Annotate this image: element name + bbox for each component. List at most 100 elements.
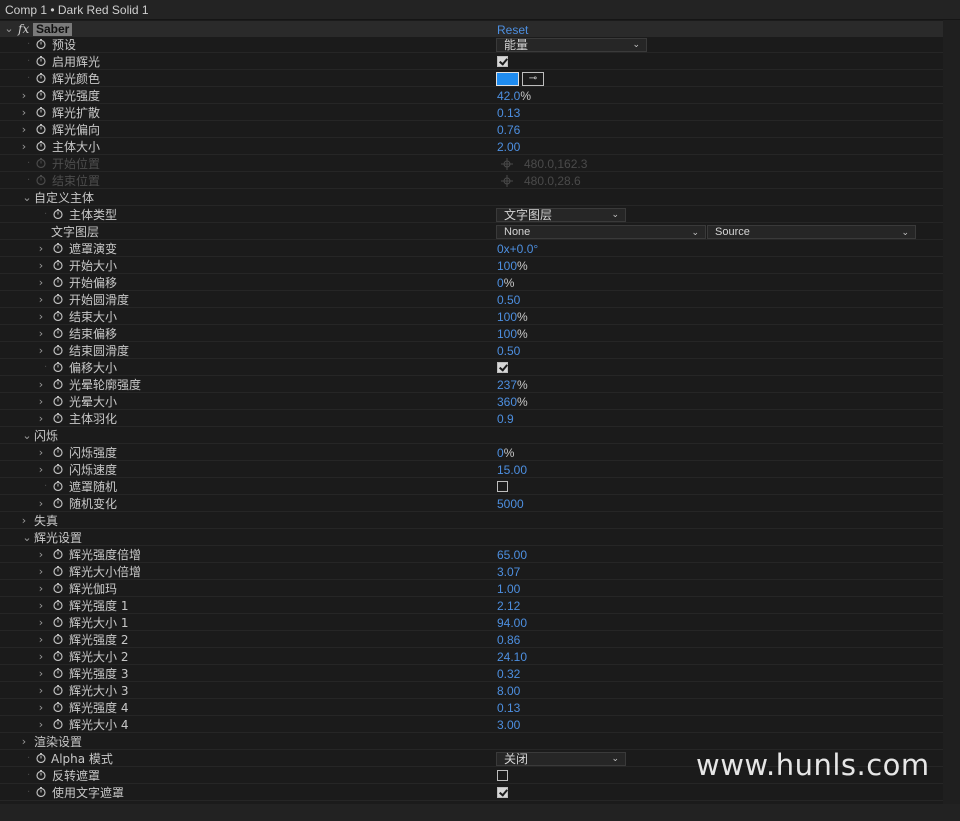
chevron-right-icon[interactable]: › [19,513,29,529]
chevron-right-icon[interactable]: › [36,717,46,733]
chevron-right-icon[interactable]: › [36,241,46,257]
enable-glow-checkbox[interactable] [497,56,508,67]
param-value[interactable]: 2.12 [497,598,520,614]
text-layer-dropdown[interactable]: None ⌄ [496,225,706,239]
stopwatch-icon[interactable] [53,685,63,695]
param-value[interactable]: 2.00 [497,139,520,155]
chevron-right-icon[interactable]: › [36,275,46,291]
chevron-right-icon[interactable]: › [36,683,46,699]
chevron-right-icon[interactable]: › [36,411,46,427]
value-number[interactable]: 42.0 [497,89,520,103]
chevron-right-icon[interactable]: › [36,394,46,410]
stopwatch-icon[interactable] [53,481,63,491]
stopwatch-icon[interactable] [53,498,63,508]
param-value[interactable]: 0.76 [497,122,520,138]
stopwatch-icon[interactable] [53,362,63,372]
value-number[interactable]: 100 [497,310,517,324]
stopwatch-icon[interactable] [53,668,63,678]
param-value[interactable]: 100% [497,258,528,274]
stopwatch-icon[interactable] [36,753,46,763]
stopwatch-icon[interactable] [53,583,63,593]
param-value[interactable]: 8.00 [497,683,520,699]
stopwatch-icon[interactable] [53,651,63,661]
stopwatch-icon[interactable] [53,634,63,644]
chevron-down-icon[interactable]: ⌄ [22,190,32,206]
stopwatch-icon[interactable] [53,243,63,253]
mask-random-checkbox[interactable] [497,481,508,492]
param-value[interactable]: 94.00 [497,615,527,631]
param-value[interactable]: 3.00 [497,717,520,733]
chevron-down-icon[interactable]: ⌄ [22,428,32,444]
value-number[interactable]: 0 [497,276,504,290]
fx-icon[interactable]: fx [18,21,29,37]
chevron-right-icon[interactable]: › [36,598,46,614]
stopwatch-icon[interactable] [36,141,46,151]
value-number[interactable]: 237 [497,378,517,392]
chevron-right-icon[interactable]: › [36,496,46,512]
stopwatch-icon[interactable] [53,464,63,474]
stopwatch-icon[interactable] [36,107,46,117]
param-value[interactable]: 0.50 [497,292,520,308]
chevron-right-icon[interactable]: › [36,343,46,359]
param-value[interactable]: 1.00 [497,581,520,597]
chevron-right-icon[interactable]: › [36,445,46,461]
stopwatch-icon[interactable] [36,39,46,49]
value-number[interactable]: 360 [497,395,517,409]
param-value[interactable]: 5000 [497,496,524,512]
chevron-right-icon[interactable]: › [36,632,46,648]
preset-dropdown[interactable]: 能量 ⌄ [496,38,647,52]
param-value[interactable]: 237% [497,377,528,393]
chevron-right-icon[interactable]: › [36,309,46,325]
value-number[interactable]: 100 [497,259,517,273]
stopwatch-icon[interactable] [36,73,46,83]
param-value[interactable]: 100% [497,309,528,325]
stopwatch-icon[interactable] [53,209,63,219]
stopwatch-icon[interactable] [53,277,63,287]
stopwatch-icon[interactable] [36,770,46,780]
use-text-mask-checkbox[interactable] [497,787,508,798]
horizontal-scrollbar[interactable] [0,804,960,821]
value-number[interactable]: 0 [497,446,504,460]
stopwatch-icon[interactable] [53,600,63,610]
effect-header-row[interactable]: ⌄ fx Saber Reset [0,21,943,38]
param-value[interactable]: 100% [497,326,528,342]
group-flicker[interactable]: ⌄ 闪烁 [0,428,943,444]
param-value[interactable]: 0.86 [497,632,520,648]
chevron-down-icon[interactable]: ⌄ [4,21,14,37]
stopwatch-icon[interactable] [53,311,63,321]
chevron-right-icon[interactable]: › [36,581,46,597]
stopwatch-icon[interactable] [53,617,63,627]
chevron-right-icon[interactable]: › [36,564,46,580]
param-value[interactable]: 24.10 [497,649,527,665]
chevron-right-icon[interactable]: › [19,88,29,104]
stopwatch-icon[interactable] [36,56,46,66]
stopwatch-icon[interactable] [53,260,63,270]
effect-name[interactable]: Saber [33,23,73,36]
chevron-right-icon[interactable]: › [36,615,46,631]
param-value[interactable]: 42.0% [497,88,531,104]
stopwatch-icon[interactable] [53,345,63,355]
source-dropdown[interactable]: Source ⌄ [707,225,916,239]
offset-size-checkbox[interactable] [497,362,508,373]
stopwatch-icon[interactable] [53,396,63,406]
chevron-right-icon[interactable]: › [19,122,29,138]
stopwatch-icon[interactable] [53,447,63,457]
group-glow-settings[interactable]: ⌄ 辉光设置 [0,530,943,546]
chevron-right-icon[interactable]: › [36,700,46,716]
param-value[interactable]: 65.00 [497,547,527,563]
chevron-right-icon[interactable]: › [36,649,46,665]
param-value[interactable]: 0% [497,445,514,461]
param-value[interactable]: 0.9 [497,411,514,427]
param-value[interactable]: 15.00 [497,462,527,478]
chevron-right-icon[interactable]: › [36,547,46,563]
invert-mask-checkbox[interactable] [497,770,508,781]
chevron-right-icon[interactable]: › [19,734,29,750]
stopwatch-icon[interactable] [53,379,63,389]
group-custom-core[interactable]: ⌄ 自定义主体 [0,190,943,206]
chevron-right-icon[interactable]: › [36,292,46,308]
chevron-down-icon[interactable]: ⌄ [22,530,32,546]
stopwatch-icon[interactable] [36,90,46,100]
param-value[interactable]: 0% [497,275,514,291]
chevron-right-icon[interactable]: › [36,326,46,342]
stopwatch-icon[interactable] [53,549,63,559]
